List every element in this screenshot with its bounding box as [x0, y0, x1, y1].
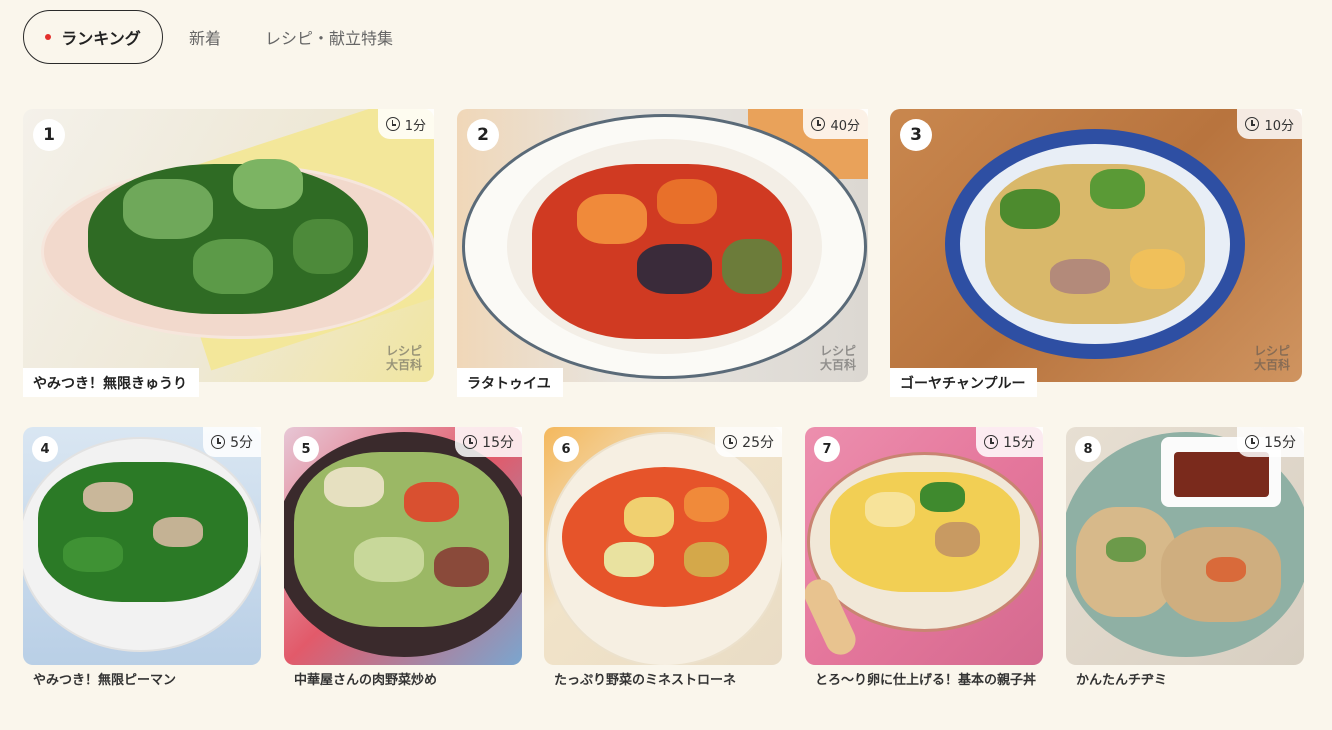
clock-icon [1245, 435, 1260, 449]
tab-new[interactable]: 新着 [189, 25, 221, 49]
cook-time-badge: 5分 [203, 427, 261, 457]
watermark-logo: レシピ 大百科 [385, 344, 422, 372]
cook-time: 15分 [1003, 435, 1035, 451]
recipe-photo: レシピ 大百科 [890, 109, 1302, 382]
clock-icon [984, 435, 999, 449]
clock-icon [463, 435, 478, 449]
cook-time-badge: 10分 [1237, 109, 1302, 139]
watermark-logo: レシピ 大百科 [819, 344, 856, 372]
rank-badge: 4 [32, 436, 58, 462]
recipe-photo [805, 427, 1043, 665]
cook-time: 15分 [482, 435, 514, 451]
recipe-photo [284, 427, 522, 665]
clock-icon [211, 435, 226, 449]
recipe-title[interactable]: やみつき！無限きゅうり [23, 368, 199, 397]
rank-badge: 2 [467, 119, 499, 151]
cook-time: 15分 [1264, 435, 1296, 451]
recipe-photo: レシピ 大百科 [457, 109, 868, 382]
cook-time: 10分 [1264, 118, 1294, 134]
cook-time: 5分 [230, 435, 253, 451]
tab-ranking-label: ランキング [61, 29, 141, 48]
recipe-photo [23, 427, 261, 665]
cook-time-badge: 15分 [1237, 427, 1304, 457]
tab-features[interactable]: レシピ・献立特集 [265, 25, 393, 49]
rank-badge: 7 [814, 436, 840, 462]
watermark-logo: レシピ 大百科 [1253, 344, 1290, 372]
cook-time-badge: 1分 [377, 109, 434, 139]
rank-badge: 6 [553, 436, 579, 462]
category-tabs: ランキング 新着 レシピ・献立特集 [23, 10, 393, 64]
recipe-card[interactable]: レシピ 大百科 1 1分 やみつき！無限きゅうり [23, 109, 434, 397]
rank-badge: 1 [33, 119, 65, 151]
recipe-title[interactable]: ラタトゥイユ [457, 368, 563, 397]
cook-time: 40分 [830, 118, 860, 134]
cook-time-badge: 15分 [976, 427, 1043, 457]
recipe-photo [1066, 427, 1304, 665]
recipe-photo [544, 427, 782, 665]
recipe-title[interactable]: たっぷり野菜のミネストローネ [554, 671, 736, 691]
recipe-title[interactable]: ゴーヤチャンプルー [890, 368, 1038, 397]
rank-badge: 3 [900, 119, 932, 151]
recipe-card[interactable]: 6 25分 たっぷり野菜のミネストローネ [544, 427, 782, 692]
recipe-card[interactable]: 8 15分 かんたんチヂミ [1066, 427, 1304, 692]
recipe-card[interactable]: 7 15分 とろ〜り卵に仕上げる！基本の親子丼 [805, 427, 1043, 712]
recipe-title[interactable]: 中華屋さんの肉野菜炒め [294, 671, 437, 691]
tab-ranking[interactable]: ランキング [23, 10, 163, 64]
cook-time-badge: 15分 [455, 427, 522, 457]
cook-time-badge: 25分 [715, 427, 782, 457]
rank-badge: 8 [1075, 436, 1101, 462]
clock-icon [811, 117, 826, 131]
recipe-title[interactable]: やみつき！無限ピーマン [33, 671, 176, 691]
clock-icon [723, 435, 738, 449]
cook-time: 1分 [404, 118, 426, 134]
clock-icon [385, 117, 400, 131]
rank-badge: 5 [293, 436, 319, 462]
clock-icon [1245, 117, 1260, 131]
active-dot-icon [45, 34, 52, 40]
recipe-card[interactable]: レシピ 大百科 3 10分 ゴーヤチャンプルー [890, 109, 1302, 397]
recipe-card[interactable]: 5 15分 中華屋さんの肉野菜炒め [284, 427, 522, 692]
recipe-title[interactable]: かんたんチヂミ [1076, 671, 1167, 691]
recipe-title[interactable]: とろ〜り卵に仕上げる！基本の親子丼 [815, 671, 1040, 691]
recipe-card[interactable]: 4 5分 やみつき！無限ピーマン [23, 427, 261, 692]
recipe-card[interactable]: レシピ 大百科 2 40分 ラタトゥイユ [457, 109, 868, 397]
cook-time: 25分 [742, 435, 774, 451]
recipe-photo: レシピ 大百科 [23, 109, 434, 382]
cook-time-badge: 40分 [803, 109, 868, 139]
